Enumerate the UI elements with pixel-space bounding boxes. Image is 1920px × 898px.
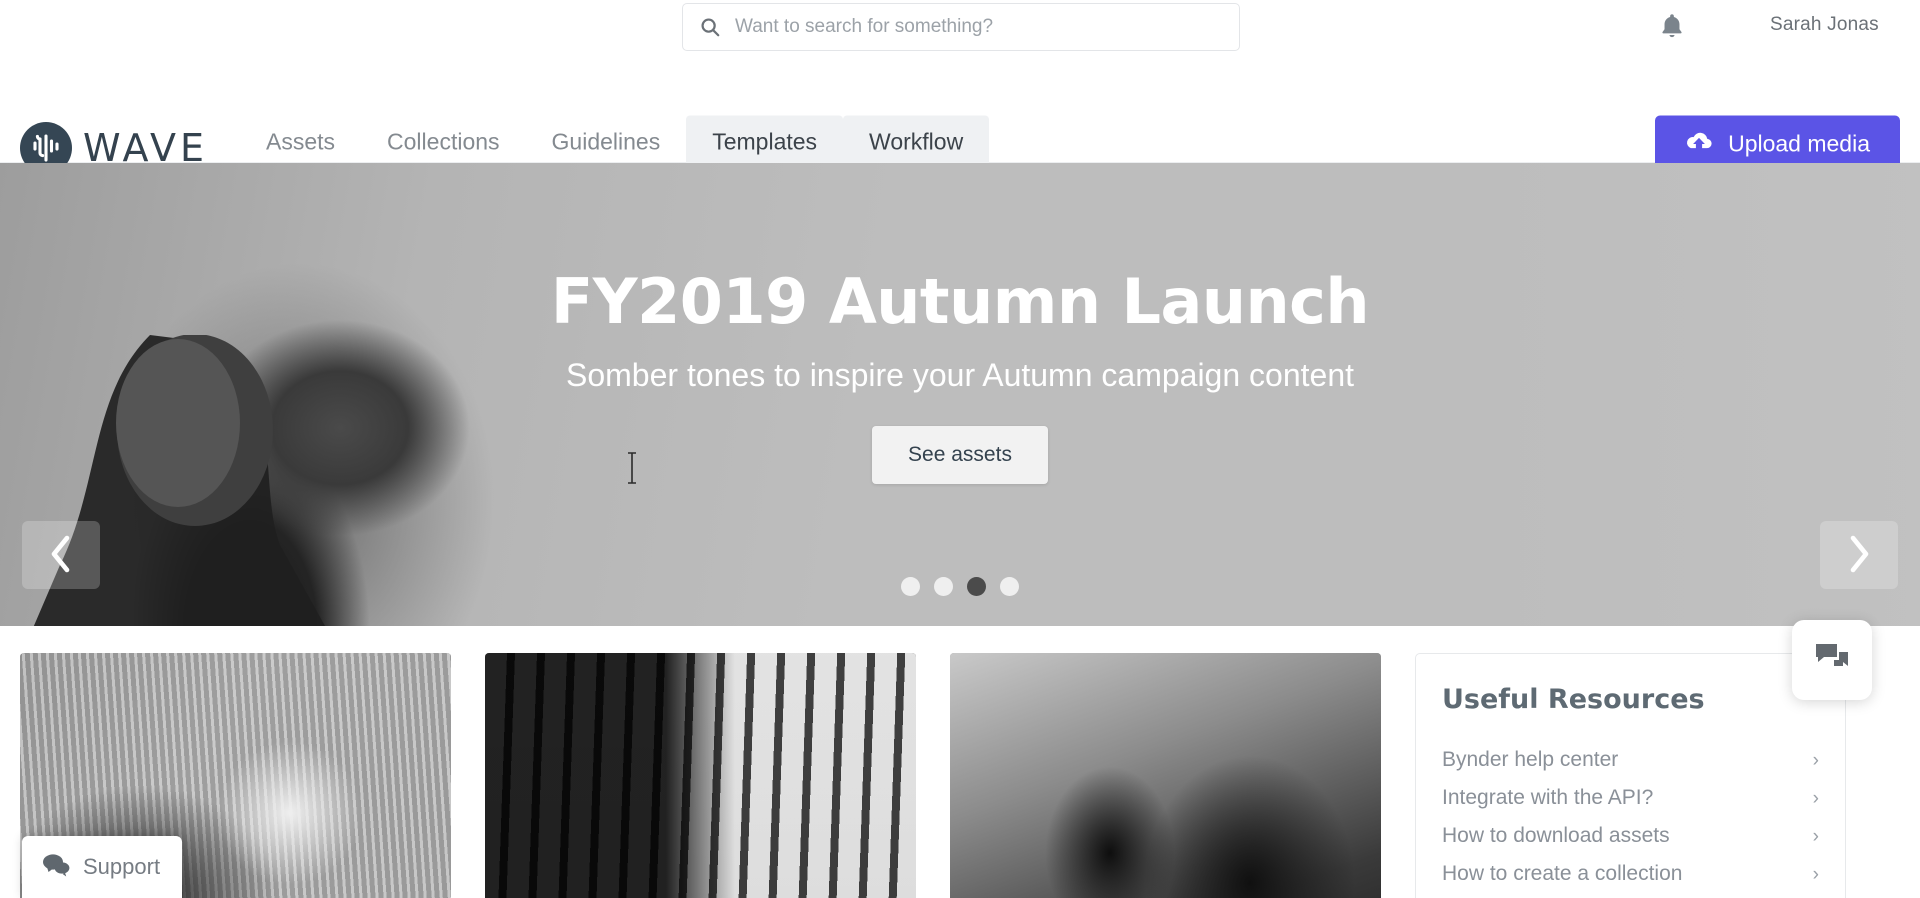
card-thumbnail — [950, 653, 1381, 898]
notifications-button[interactable] — [1655, 10, 1689, 44]
hero-title: FY2019 Autumn Launch — [550, 265, 1370, 339]
support-button[interactable]: Support — [22, 836, 182, 898]
resource-label: Integrate with the API? — [1442, 786, 1654, 809]
chevron-right-icon: › — [1812, 787, 1819, 809]
chevron-right-icon: › — [1812, 825, 1819, 847]
carousel-dot-2[interactable] — [934, 577, 953, 596]
hero-subtitle: Somber tones to inspire your Autumn camp… — [566, 356, 1354, 393]
chevron-left-icon — [48, 533, 74, 578]
nav-item-collections[interactable]: Collections — [361, 116, 526, 169]
chat-window-icon — [1813, 641, 1851, 680]
cloud-upload-icon — [1685, 130, 1713, 158]
useful-resources-panel: Useful Resources Bynder help center › In… — [1415, 653, 1846, 898]
resource-item-api[interactable]: Integrate with the API? › — [1442, 779, 1819, 817]
content-area: Headphones Brand Media Live Events Usefu… — [0, 626, 1920, 898]
chevron-right-icon — [1846, 533, 1872, 578]
carousel-dot-1[interactable] — [901, 577, 920, 596]
resource-item-help-center[interactable]: Bynder help center › — [1442, 741, 1819, 779]
see-assets-button[interactable]: See assets — [872, 425, 1048, 484]
support-label: Support — [83, 854, 161, 879]
chat-widget-button[interactable] — [1792, 620, 1872, 700]
nav-links: Assets Collections Guidelines Templates … — [240, 115, 990, 169]
chevron-right-icon: › — [1812, 749, 1819, 771]
collection-card-2[interactable]: Brand Media — [485, 653, 916, 898]
search-input[interactable] — [735, 16, 1223, 38]
nav-item-templates[interactable]: Templates — [686, 115, 844, 169]
hero-carousel: FY2019 Autumn Launch Somber tones to ins… — [0, 163, 1920, 626]
collection-card-3[interactable]: Live Events — [950, 653, 1381, 898]
hero-content: FY2019 Autumn Launch Somber tones to ins… — [0, 163, 1920, 626]
chat-bubbles-icon — [42, 853, 70, 882]
resource-item-create-collection[interactable]: How to create a collection › — [1442, 855, 1819, 893]
resource-label: How to download assets — [1442, 824, 1670, 847]
bell-icon — [1658, 11, 1686, 43]
nav-item-guidelines[interactable]: Guidelines — [526, 116, 687, 169]
resource-label: How to create a collection — [1442, 862, 1683, 885]
search-icon — [699, 16, 721, 38]
resource-label: Bynder help center — [1442, 748, 1619, 771]
resource-item-download-assets[interactable]: How to download assets › — [1442, 817, 1819, 855]
main-navigation-bar: WAVE Assets Collections Guidelines Templ… — [0, 60, 1920, 174]
useful-resources-title: Useful Resources — [1442, 684, 1705, 715]
chevron-right-icon: › — [1812, 863, 1819, 885]
nav-item-assets[interactable]: Assets — [240, 116, 361, 169]
carousel-dot-4[interactable] — [1000, 577, 1019, 596]
global-search[interactable] — [682, 3, 1240, 51]
top-utility-bar: Sarah Jonas — [0, 0, 1920, 60]
nav-item-workflow[interactable]: Workflow — [843, 115, 990, 169]
user-name-label[interactable]: Sarah Jonas — [1770, 14, 1879, 36]
upload-media-label: Upload media — [1728, 130, 1870, 157]
card-thumbnail — [485, 653, 916, 898]
carousel-dot-3[interactable] — [967, 577, 986, 596]
carousel-dots — [0, 577, 1920, 596]
